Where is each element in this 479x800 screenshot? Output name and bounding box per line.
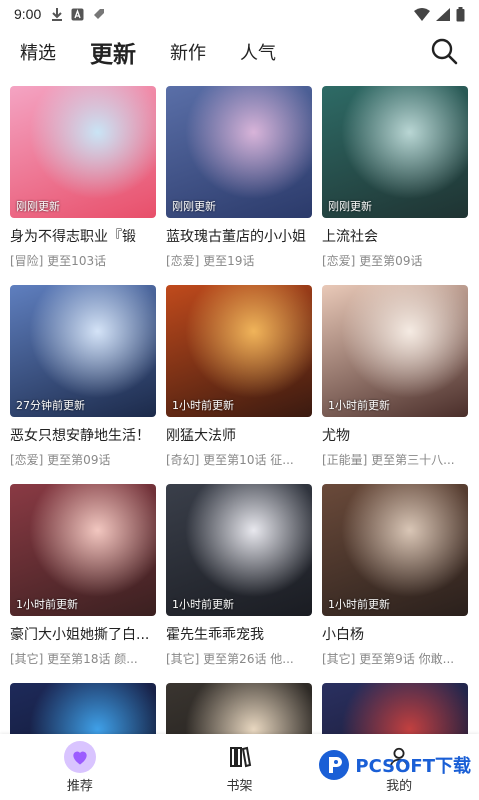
comic-cover[interactable]: 刚刚更新: [10, 86, 156, 218]
nav-bookshelf-label: 书架: [226, 778, 253, 794]
nav-recommend[interactable]: 推荐: [0, 734, 160, 800]
update-badge: 1小时前更新: [328, 399, 390, 412]
comic-card[interactable]: 27分钟前更新恶女只想安静地生活！ [恋爱] 更至第09话: [10, 285, 156, 468]
update-badge: 刚刚更新: [328, 200, 372, 213]
comic-cover[interactable]: 27分钟前更新: [10, 285, 156, 417]
comic-subtitle: [恋爱] 更至第09话: [10, 453, 111, 467]
search-icon[interactable]: [429, 36, 459, 66]
update-badge: 刚刚更新: [172, 200, 216, 213]
watermark-text: PCSOFT下载: [355, 756, 471, 777]
comic-subtitle: [其它] 更至第26话 他...: [166, 652, 294, 666]
tab-new[interactable]: 新作: [170, 39, 206, 65]
update-badge: 1小时前更新: [328, 598, 390, 611]
tab-popular[interactable]: 人气: [240, 39, 276, 65]
update-badge: 1小时前更新: [172, 598, 234, 611]
comic-cover[interactable]: 刚刚更新: [166, 86, 312, 218]
category-tabs: 精选 更新 新作 人气: [0, 30, 479, 74]
comic-card[interactable]: 刚刚更新蓝玫瑰古董店的小小姐 [恋爱] 更至19话: [166, 86, 312, 269]
status-notifications: [51, 7, 106, 21]
comic-card[interactable]: 1小时前更新霍先生乖乖宠我 [其它] 更至第26话 他...: [166, 484, 312, 667]
comic-subtitle: [其它] 更至第9话 你敢...: [322, 652, 455, 666]
nav-recommend-label: 推荐: [66, 778, 93, 794]
comic-title: 刚猛大法师: [166, 428, 236, 444]
comic-title: 身为不得志职业『锻: [10, 229, 136, 245]
comic-subtitle: [冒险] 更至103话: [10, 254, 107, 268]
update-badge: 27分钟前更新: [16, 399, 85, 412]
comic-subtitle: [恋爱] 更至19话: [166, 254, 255, 268]
comic-title: 蓝玫瑰古董店的小小姐: [166, 229, 306, 245]
update-badge: 刚刚更新: [16, 200, 60, 213]
heart-icon: [63, 740, 96, 773]
pcsoft-logo-icon: [319, 750, 350, 780]
update-badge: 1小时前更新: [172, 399, 234, 412]
download-icon: [52, 8, 63, 21]
comic-card[interactable]: 刚刚更新上流社会 [恋爱] 更至第09话: [322, 86, 468, 269]
battery-icon: [456, 6, 465, 21]
comic-card[interactable]: 1小时前更新尤物 [正能量] 更至第三十八...: [322, 285, 468, 468]
comic-cover[interactable]: 刚刚更新: [322, 86, 468, 218]
comic-subtitle: [奇幻] 更至第10话 征...: [166, 453, 294, 467]
comic-title: 霍先生乖乖宠我: [166, 627, 264, 643]
comic-subtitle: [正能量] 更至第三十八...: [322, 453, 455, 467]
comic-card[interactable]: 刚刚更新身为不得志职业『锻 [冒险] 更至103话: [10, 86, 156, 269]
nav-bookshelf[interactable]: 书架: [160, 734, 320, 800]
status-time: 9:00: [14, 6, 42, 22]
update-badge: 1小时前更新: [16, 598, 78, 611]
tab-updates[interactable]: 更新: [90, 35, 136, 69]
comic-cover[interactable]: 1小时前更新: [10, 484, 156, 616]
comic-title: 恶女只想安静地生活！: [10, 428, 150, 444]
comic-cover[interactable]: 1小时前更新: [166, 285, 312, 417]
wifi-icon: [414, 7, 430, 21]
comic-cover[interactable]: 1小时前更新: [322, 484, 468, 616]
comic-title: 豪门大小姐她撕了白...: [10, 627, 150, 643]
comic-subtitle: [恋爱] 更至第09话: [322, 254, 423, 268]
comic-card[interactable]: 1小时前更新豪门大小姐她撕了白... [其它] 更至第18话 颜...: [10, 484, 156, 667]
comic-cover[interactable]: 1小时前更新: [322, 285, 468, 417]
watermark-logo: PCSOFT下载: [317, 748, 471, 782]
bookshelf-icon: [224, 741, 256, 773]
tag-icon: [94, 9, 105, 19]
tab-featured[interactable]: 精选: [20, 39, 56, 65]
app-a-icon: [71, 8, 84, 20]
comic-subtitle: [其它] 更至第18话 颜...: [10, 652, 138, 666]
comic-title: 小白杨: [322, 627, 364, 643]
signal-icon: [436, 7, 450, 21]
status-bar: 9:00: [0, 0, 479, 28]
comic-title: 尤物: [322, 428, 350, 444]
comic-card[interactable]: 1小时前更新 刚猛大法师 [奇幻] 更至第10话 征...: [166, 285, 312, 468]
comic-card[interactable]: 1小时前更新小白杨 [其它] 更至第9话 你敢...: [322, 484, 468, 667]
comic-cover[interactable]: 1小时前更新: [166, 484, 312, 616]
comic-title: 上流社会: [322, 229, 378, 245]
